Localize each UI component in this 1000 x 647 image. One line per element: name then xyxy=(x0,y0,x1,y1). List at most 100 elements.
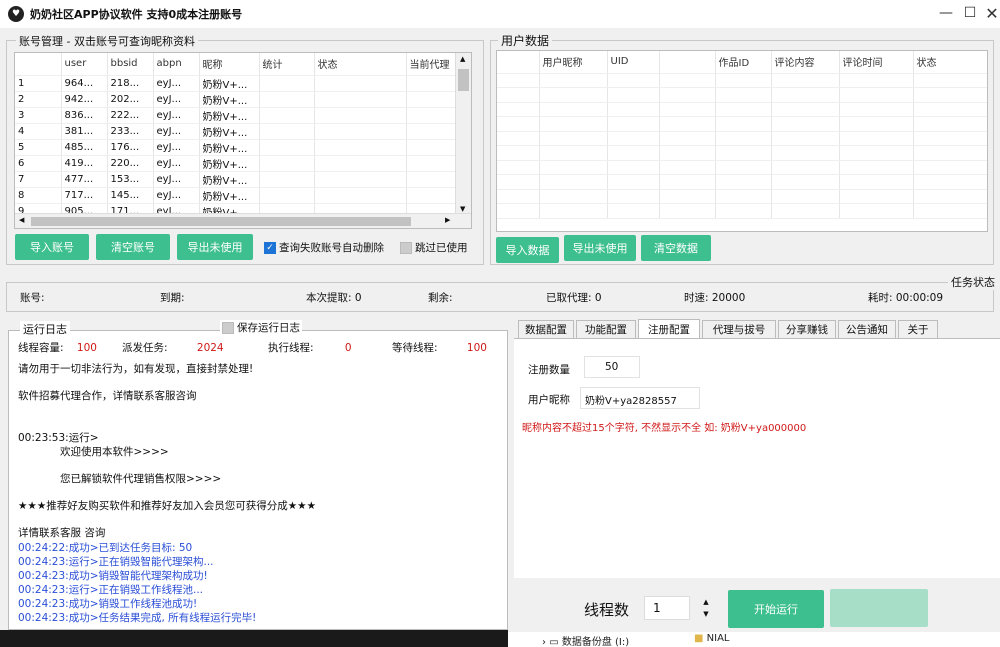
nickname-input[interactable]: 奶粉V+ya2828557 xyxy=(580,387,700,409)
table-cell xyxy=(607,203,660,219)
column-header[interactable]: 用户昵称 xyxy=(539,51,608,74)
column-header[interactable]: 评论时间 xyxy=(839,51,914,74)
table-row[interactable] xyxy=(497,87,987,103)
table-cell xyxy=(314,171,407,188)
table-cell xyxy=(406,139,456,156)
userdata-table[interactable]: 用户昵称 UID 作品ID 评论内容 评论时间 状态 xyxy=(496,50,988,232)
table-cell xyxy=(771,131,840,146)
column-header[interactable]: bbsid xyxy=(107,53,154,76)
table-cell xyxy=(659,73,716,88)
tab-proxy-dial[interactable]: 代理与拔号 xyxy=(702,320,776,338)
thread-count-input[interactable]: 1 xyxy=(644,596,690,620)
import-data-button[interactable]: 导入数据 xyxy=(496,237,559,263)
terminal-strip xyxy=(0,630,508,647)
save-log-checkbox[interactable]: 保存运行日志 xyxy=(220,320,302,335)
table-cell: 8 xyxy=(15,187,62,204)
table-cell xyxy=(539,116,608,132)
table-row[interactable]: 6 419... 220... eyJ... 奶粉V+... xyxy=(15,155,456,172)
table-cell xyxy=(497,116,540,132)
table-row[interactable] xyxy=(497,73,987,88)
column-header[interactable] xyxy=(497,51,540,74)
clear-accounts-button[interactable]: 清空账号 xyxy=(96,234,170,260)
column-header[interactable]: 作品ID xyxy=(715,51,772,74)
table-row[interactable]: 8 717... 145... eyJ... 奶粉V+... xyxy=(15,187,456,204)
accounts-hscrollbar[interactable]: ◀ ▶ xyxy=(15,213,471,228)
log-group-title: 运行日志 xyxy=(20,321,70,337)
table-row[interactable]: 2 942... 202... eyJ... 奶粉V+... xyxy=(15,91,456,108)
skip-used-checkbox[interactable]: 跳过已使用 xyxy=(400,240,468,255)
column-header[interactable]: 当前代理 xyxy=(406,53,456,76)
accounts-table[interactable]: user bbsid abpn 昵称 统计 状态 当前代理 1 964... 218... eyJ… xyxy=(14,52,472,229)
table-cell xyxy=(259,155,315,172)
clear-data-button[interactable]: 清空数据 xyxy=(641,235,711,261)
table-cell xyxy=(715,116,772,132)
tab-about[interactable]: 关于 xyxy=(898,320,938,338)
table-row[interactable] xyxy=(497,116,987,132)
table-cell xyxy=(913,87,987,103)
table-cell: 964... xyxy=(61,75,108,92)
export-unused-data-button[interactable]: 导出未使用 xyxy=(564,235,636,261)
table-row[interactable] xyxy=(497,102,987,117)
table-row[interactable] xyxy=(497,160,987,175)
column-header[interactable] xyxy=(15,53,62,76)
tab-function-config[interactable]: 功能配置 xyxy=(576,320,636,338)
stop-button[interactable] xyxy=(830,589,928,627)
table-row[interactable]: 7 477... 153... eyJ... 奶粉V+... xyxy=(15,171,456,188)
table-row[interactable] xyxy=(497,131,987,146)
minimize-icon[interactable]: — xyxy=(936,4,956,22)
table-cell xyxy=(839,116,914,132)
exec-threads: 执行线程: 0 xyxy=(268,342,352,354)
log-line: 您已解锁软件代理销售权限>>>> xyxy=(60,473,222,485)
table-cell xyxy=(659,116,716,132)
checkbox-checked-icon: ✓ xyxy=(264,242,276,254)
thread-count-stepper[interactable]: ▲ ▼ xyxy=(696,596,716,622)
log-line: 00:24:23:成功>任务结果完成, 所有线程运行完毕! xyxy=(18,612,257,624)
dispatch-tasks: 派发任务: 2024 xyxy=(122,342,224,354)
table-row[interactable] xyxy=(497,145,987,161)
table-cell xyxy=(314,187,407,204)
table-cell xyxy=(771,203,840,219)
table-cell xyxy=(497,174,540,190)
table-cell xyxy=(539,160,608,175)
stepper-up-icon[interactable]: ▲ xyxy=(696,596,716,608)
table-cell xyxy=(539,189,608,204)
accounts-vscrollbar[interactable]: ▲ ▼ xyxy=(455,53,471,215)
maximize-icon[interactable]: ☐ xyxy=(960,4,980,22)
stepper-down-icon[interactable]: ▼ xyxy=(696,608,716,620)
import-accounts-button[interactable]: 导入账号 xyxy=(15,234,89,260)
auto-delete-checkbox[interactable]: ✓ 查询失败账号自动删除 xyxy=(264,240,384,255)
table-row[interactable] xyxy=(497,189,987,204)
start-run-button[interactable]: 开始运行 xyxy=(728,590,824,628)
folder-item[interactable]: ■ NIAL xyxy=(694,633,729,644)
column-header[interactable]: abpn xyxy=(153,53,200,76)
column-header[interactable] xyxy=(659,51,716,74)
export-unused-accounts-button[interactable]: 导出未使用 xyxy=(177,234,253,260)
table-row[interactable]: 3 836... 222... eyJ... 奶粉V+... xyxy=(15,107,456,124)
table-row[interactable] xyxy=(497,203,987,219)
column-header[interactable]: 评论内容 xyxy=(771,51,840,74)
table-cell xyxy=(839,102,914,117)
column-header[interactable]: 统计 xyxy=(259,53,315,76)
column-header[interactable]: UID xyxy=(607,51,660,74)
window-title: 奶奶社区APP协议软件 支持0成本注册账号 xyxy=(30,8,243,21)
table-row[interactable]: 5 485... 176... eyJ... 奶粉V+... xyxy=(15,139,456,156)
table-row[interactable]: 4 381... 233... eyJ... 奶粉V+... xyxy=(15,123,456,140)
tab-data-config[interactable]: 数据配置 xyxy=(518,320,574,338)
tab-share-earn[interactable]: 分享赚钱 xyxy=(778,320,836,338)
column-header[interactable]: 状态 xyxy=(913,51,987,74)
folder-icon: ■ xyxy=(694,633,704,644)
table-row[interactable]: 1 964... 218... eyJ... 奶粉V+... xyxy=(15,75,456,92)
table-row[interactable] xyxy=(497,174,987,190)
table-cell xyxy=(406,187,456,204)
tab-register-config[interactable]: 注册配置 xyxy=(638,319,700,339)
register-count-input[interactable]: 50 xyxy=(584,356,640,378)
backup-drive-item[interactable]: › ▭ 数据备份盘 (I:) xyxy=(542,633,629,647)
column-header[interactable]: 状态 xyxy=(314,53,407,76)
table-cell xyxy=(406,75,456,92)
column-header[interactable]: user xyxy=(61,53,108,76)
close-icon[interactable]: ✕ xyxy=(982,4,1000,23)
column-header[interactable]: 昵称 xyxy=(199,53,260,76)
status-extract: 本次提取: 0 xyxy=(306,292,362,304)
tab-announcements[interactable]: 公告通知 xyxy=(838,320,896,338)
table-cell xyxy=(771,189,840,204)
